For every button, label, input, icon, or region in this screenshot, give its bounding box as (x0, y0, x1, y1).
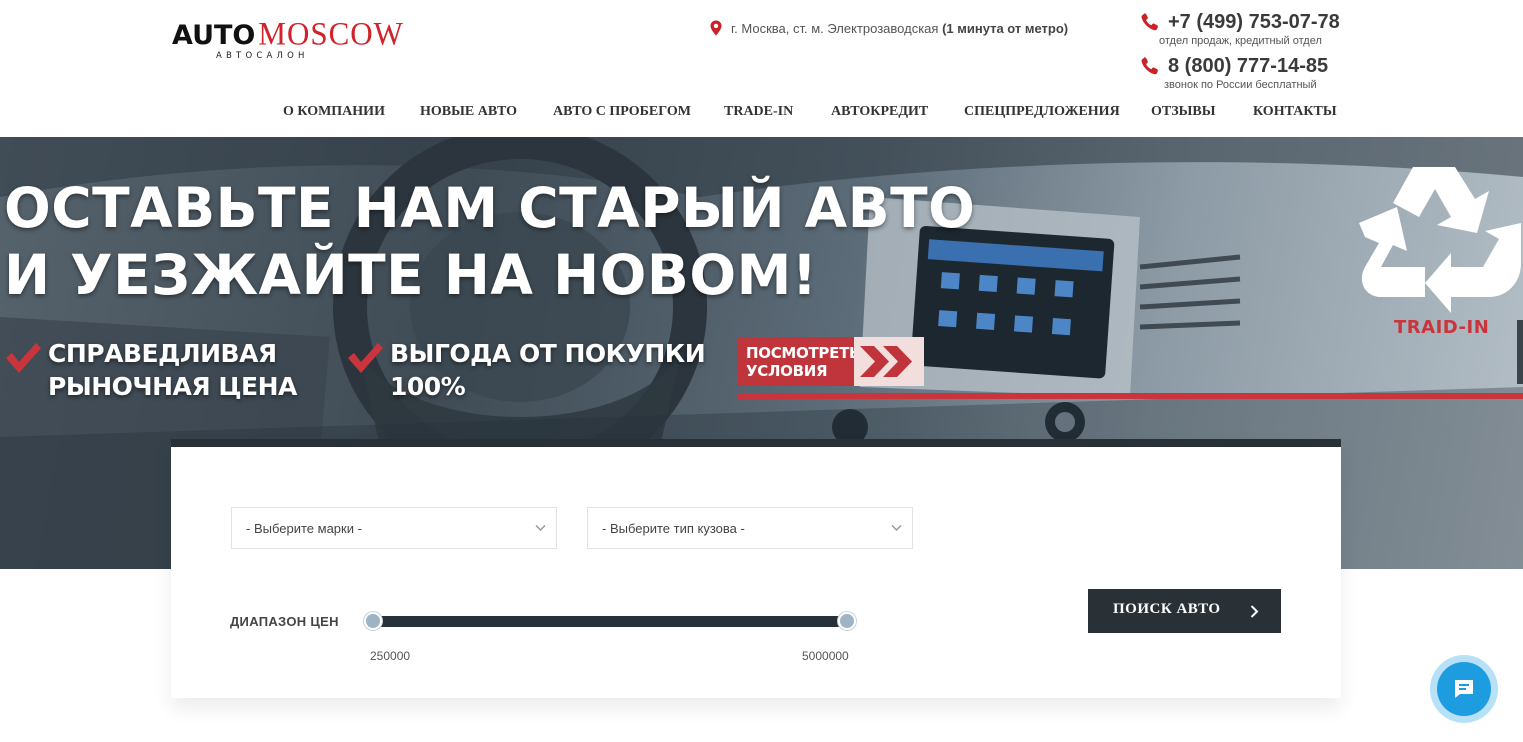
nav-item-used-cars[interactable]: АВТО С ПРОБЕГОМ (553, 104, 691, 120)
nav-item-about[interactable]: О КОМПАНИИ (283, 104, 385, 120)
logo-auto-text: AUTO (172, 20, 256, 51)
benefit-line1: СПРАВЕДЛИВАЯ (48, 339, 277, 368)
address-highlight: (1 минута от метро) (942, 20, 1069, 36)
phone-sales[interactable]: +7 (499) 753-07-78 отдел продаж, кредитн… (1140, 12, 1340, 47)
body-type-select-value: - Выберите тип кузова - (602, 521, 745, 536)
cta-line1: ПОСМОТРЕТЬ (746, 344, 861, 362)
chevron-right-icon (1250, 605, 1259, 618)
logo[interactable]: AUTO MOSCOW АВТОСАЛОН (172, 15, 404, 61)
benefit-savings: ВЫГОДА ОТ ПОКУПКИ 100% (346, 337, 706, 403)
price-range-label: ДИАПАЗОН ЦЕН (230, 614, 339, 629)
price-range-min-value: 250000 (370, 649, 411, 663)
side-tab[interactable] (1517, 320, 1523, 384)
phone-note: звонок по России бесплатный (1164, 79, 1317, 91)
benefit-line2: РЫНОЧНАЯ ЦЕНА (48, 372, 297, 401)
price-range-max-handle[interactable] (838, 612, 856, 630)
phone-number[interactable]: +7 (499) 753-07-78 (1168, 12, 1340, 32)
benefit-fair-price: СПРАВЕДЛИВАЯ РЫНОЧНАЯ ЦЕНА (4, 337, 297, 403)
address-text: г. Москва, ст. м. Электрозаводская (731, 20, 939, 36)
nav-item-credit[interactable]: АВТОКРЕДИТ (831, 104, 928, 120)
chevron-down-icon (891, 524, 902, 532)
body-type-select[interactable]: - Выберите тип кузова - (587, 507, 913, 549)
nav-item-special-offers[interactable]: СПЕЦПРЕДЛОЖЕНИЯ (964, 104, 1120, 120)
hero-title: ОСТАВЬТЕ НАМ СТАРЫЙ АВТО И УЕЗЖАЙТЕ НА Н… (4, 175, 975, 309)
car-search-panel: - Выберите марки - - Выберите тип кузова… (171, 439, 1341, 698)
main-nav: О КОМПАНИИ НОВЫЕ АВТО АВТО С ПРОБЕГОМ TR… (0, 104, 1523, 124)
hero-title-line2: И УЕЗЖАЙТЕ НА НОВОМ! (4, 243, 818, 307)
nav-item-trade-in[interactable]: TRADE-IN (724, 104, 793, 120)
map-pin-icon (710, 20, 722, 36)
chat-icon (1455, 680, 1473, 698)
phone-icon (1141, 57, 1158, 75)
price-range-min-handle[interactable] (364, 612, 382, 630)
benefit-line1: ВЫГОДА ОТ ПОКУПКИ (390, 339, 706, 368)
phone-free[interactable]: 8 (800) 777-14-85 звонок по России беспл… (1140, 56, 1328, 91)
hero-title-line1: ОСТАВЬТЕ НАМ СТАРЫЙ АВТО (4, 176, 976, 240)
logo-moscow-text: MOSCOW (258, 15, 404, 52)
check-icon (348, 343, 383, 373)
recycle-icon (1359, 167, 1521, 313)
nav-item-reviews[interactable]: ОТЗЫВЫ (1151, 104, 1215, 120)
price-range-track[interactable] (373, 616, 848, 627)
cta-underline (737, 393, 1523, 399)
nav-item-contacts[interactable]: КОНТАКТЫ (1253, 104, 1337, 120)
search-button-label: ПОИСК АВТО (1113, 601, 1221, 617)
search-cars-button[interactable]: ПОИСК АВТО (1088, 589, 1281, 633)
cta-line2: УСЛОВИЯ (746, 362, 828, 380)
brand-select-value: - Выберите марки - (246, 521, 362, 536)
price-range-max-value: 5000000 (802, 649, 849, 663)
traid-in-label: TRAID-IN (1394, 317, 1490, 338)
phone-number[interactable]: 8 (800) 777-14-85 (1168, 56, 1328, 76)
brand-select[interactable]: - Выберите марки - (231, 507, 557, 549)
phone-note: отдел продаж, кредитный отдел (1159, 35, 1322, 47)
logo-subtitle: АВТОСАЛОН (216, 51, 309, 61)
phone-icon (1141, 13, 1158, 31)
chat-button[interactable] (1430, 655, 1498, 723)
check-icon (6, 343, 41, 373)
double-chevron-icon (860, 346, 912, 377)
benefit-line2: 100% (390, 372, 466, 401)
chevron-down-icon (535, 524, 546, 532)
nav-item-new-cars[interactable]: НОВЫЕ АВТО (420, 104, 517, 120)
address: г. Москва, ст. м. Электрозаводская (1 ми… (709, 20, 1068, 36)
view-terms-button[interactable]: ПОСМОТРЕТЬ УСЛОВИЯ (737, 337, 924, 386)
